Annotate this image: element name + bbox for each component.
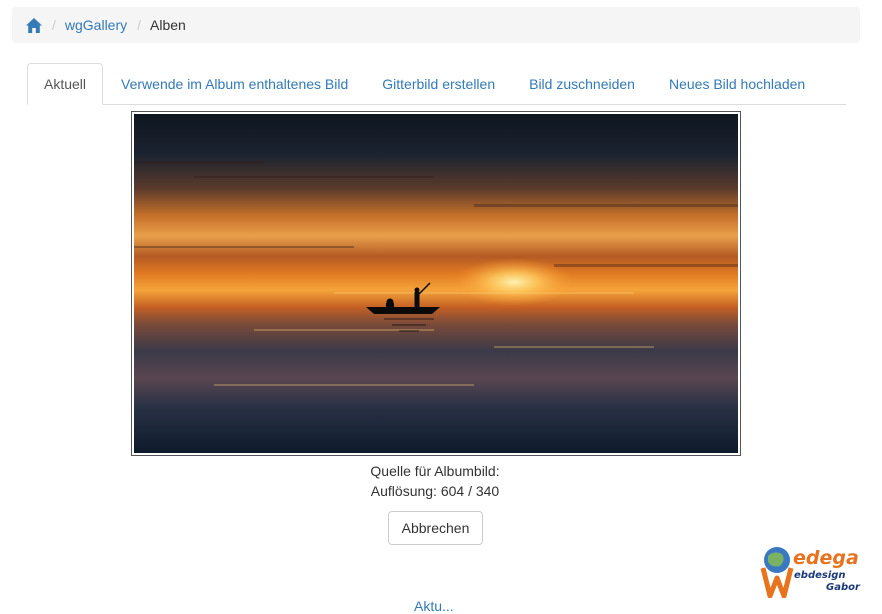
bottom-partial-link[interactable]: Aktu...	[414, 598, 454, 614]
breadcrumb: / wgGallery / Alben	[12, 7, 860, 43]
sunset-boat-image	[134, 114, 738, 453]
tab-use-album-image[interactable]: Verwende im Album enthaltenes Bild	[105, 63, 364, 104]
tab-aktuell[interactable]: Aktuell	[27, 63, 104, 105]
breadcrumb-current: Alben	[150, 17, 186, 33]
breadcrumb-link-wggallery[interactable]: wgGallery	[65, 17, 127, 33]
tab-upload-new-image[interactable]: Neues Bild hochladen	[653, 63, 821, 104]
cancel-button[interactable]: Abbrechen	[388, 511, 483, 545]
home-icon[interactable]	[26, 17, 42, 33]
logo-line1: edega	[793, 547, 859, 569]
album-image	[131, 111, 741, 456]
breadcrumb-separator: /	[52, 17, 56, 33]
tab-create-grid-image[interactable]: Gitterbild erstellen	[366, 63, 511, 104]
image-source-label: Quelle für Albumbild:	[370, 463, 500, 479]
wedega-logo: edega ebdesign Gabor	[760, 546, 864, 598]
logo-line2: ebdesign	[794, 570, 846, 581]
tab-bar: Aktuell Verwende im Album enthaltenes Bi…	[27, 63, 846, 105]
image-resolution-label: Auflösung: 604 / 340	[370, 483, 500, 499]
logo-line3: Gabor	[826, 582, 860, 593]
breadcrumb-separator: /	[137, 17, 142, 33]
tab-crop-image[interactable]: Bild zuschneiden	[513, 63, 651, 104]
globe-w-icon	[760, 547, 794, 598]
